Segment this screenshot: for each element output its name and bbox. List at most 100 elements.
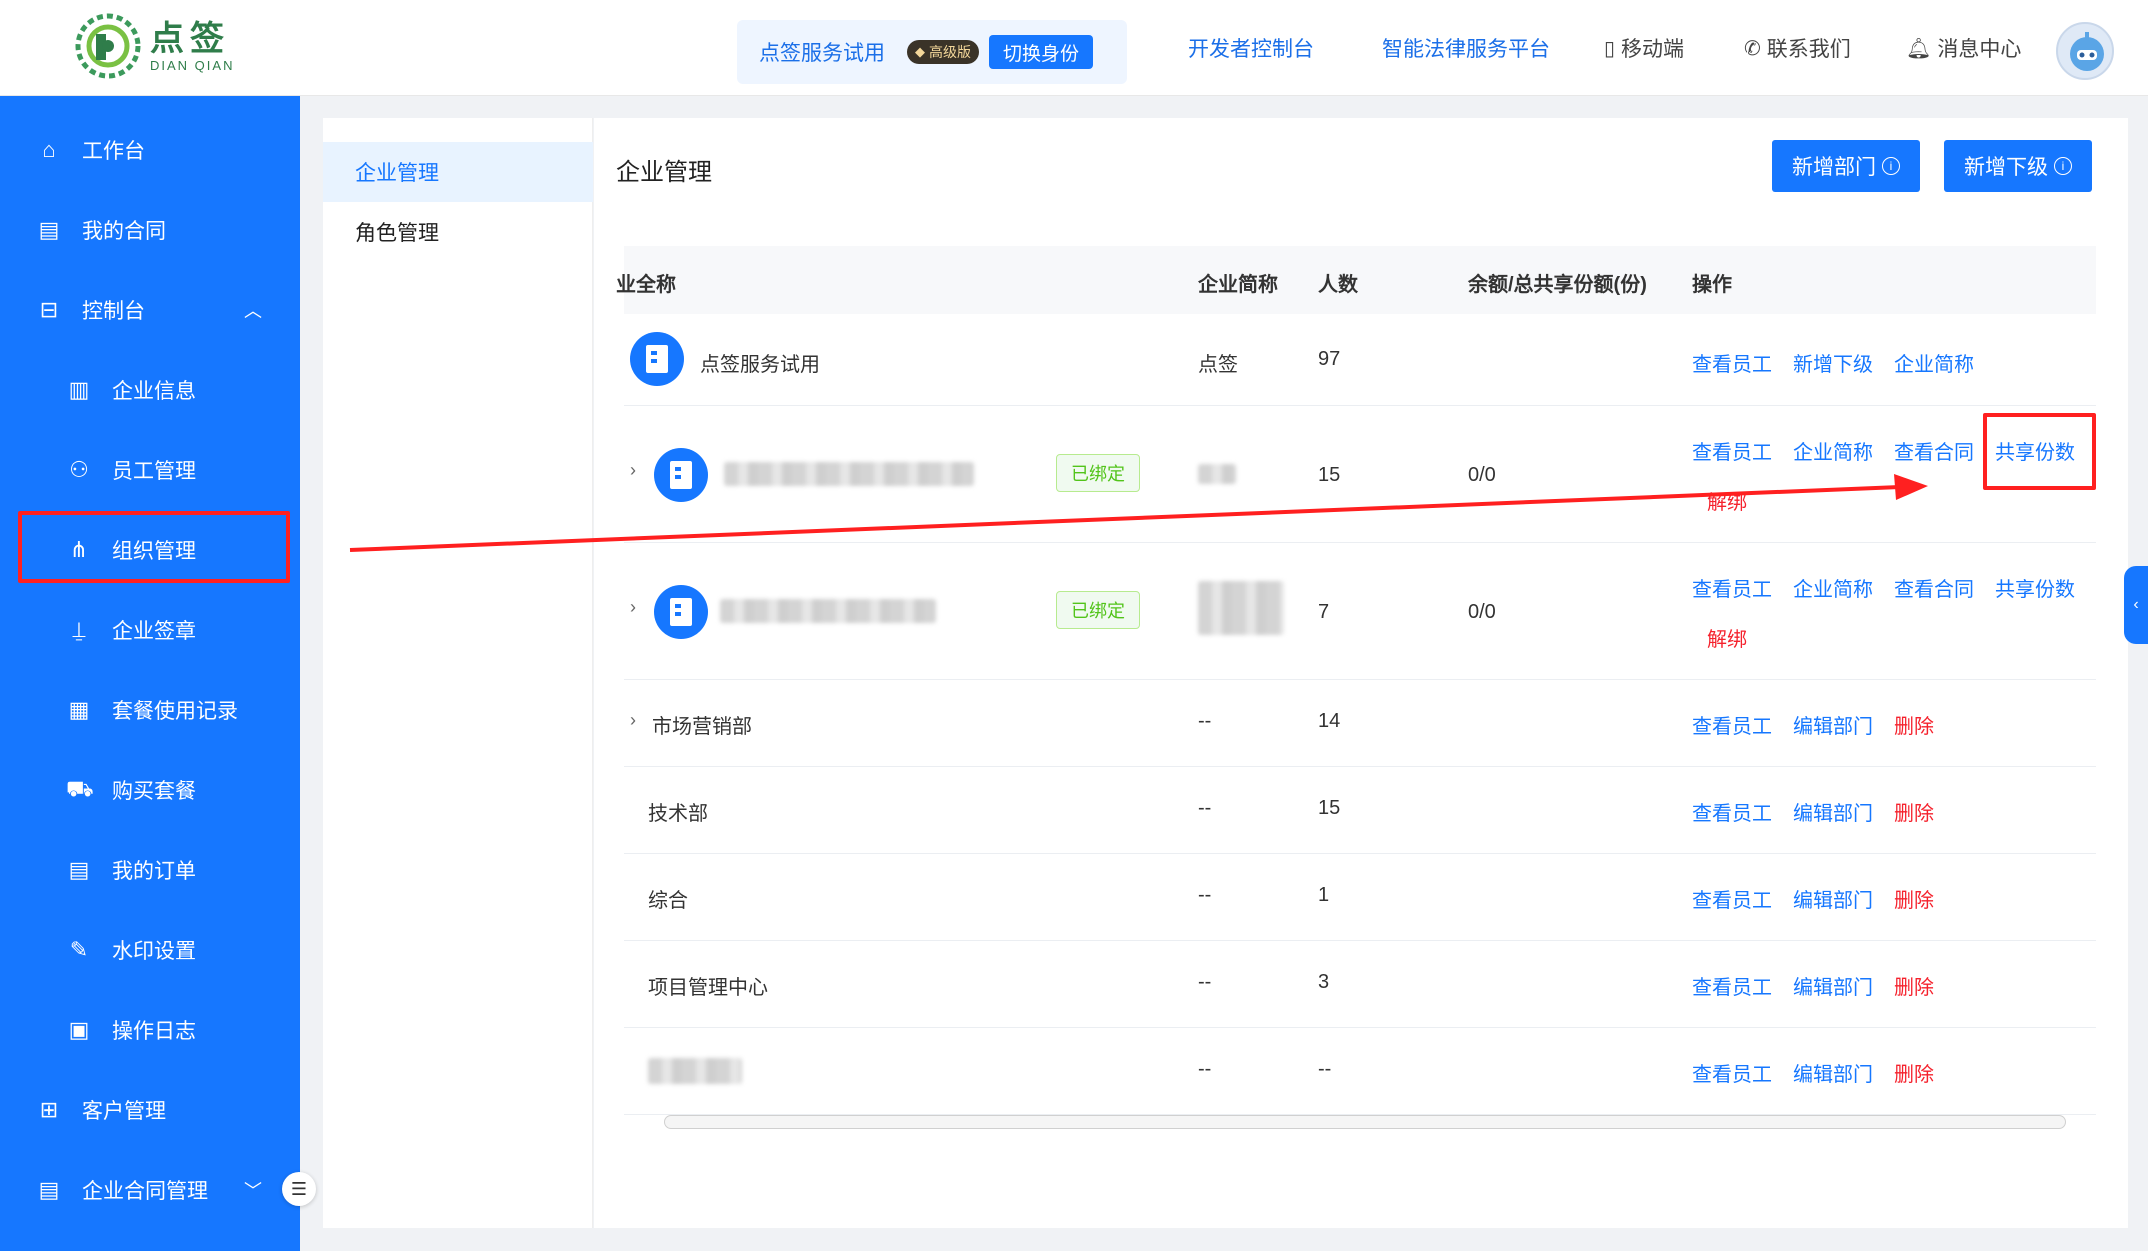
chevron-right-icon[interactable]: › (630, 710, 636, 731)
dept-count: -- (1318, 1058, 1332, 1080)
nav-contact[interactable]: ✆ 联系我们 (1744, 0, 1851, 96)
view-staff-link[interactable]: 查看员工 (1692, 884, 1772, 913)
vip-badge: ◆ 高级版 (907, 40, 979, 64)
company-building-icon (654, 448, 708, 502)
nav-legal-platform[interactable]: 智能法律服务平台 (1382, 0, 1550, 96)
delete-link[interactable]: 删除 (1894, 710, 1934, 739)
sidebar-item-customers[interactable]: ⊞ 客户管理 (0, 1078, 300, 1142)
view-staff-link[interactable]: 查看员工 (1692, 436, 1772, 465)
sidebar-item-workbench[interactable]: ⌂ 工作台 (0, 118, 300, 182)
switch-identity-button[interactable]: 切换身份 (989, 35, 1094, 69)
view-staff-link[interactable]: 查看员工 (1692, 573, 1772, 602)
edit-dept-link[interactable]: 编辑部门 (1793, 710, 1873, 739)
nav-developer-label: 开发者控制台 (1188, 38, 1314, 61)
unbind-link[interactable]: 解绑 (1707, 486, 1747, 515)
dept-count: 14 (1318, 710, 1341, 732)
add-subsidiary-button[interactable]: 新增下级 i (1944, 140, 2092, 192)
sidebar-item-console[interactable]: ⊟ 控制台 ︿ (0, 278, 300, 342)
table-row: 技术部 -- 15 查看员工 编辑部门 删除 (624, 767, 2096, 854)
delete-link[interactable]: 删除 (1894, 797, 1934, 826)
sidebar-item-plan-usage[interactable]: ▦ 套餐使用记录 (0, 678, 300, 742)
table-row: 点签服务试用 点签 97 查看员工 新增下级 企业简称 (624, 314, 2096, 406)
nav-developer-console[interactable]: 开发者控制台 (1188, 0, 1314, 96)
sidebar-collapse-button[interactable]: ☰ (282, 1172, 316, 1206)
logo-name-en: DIAN QIAN (150, 57, 235, 73)
dept-name: 综合 (648, 890, 688, 912)
table-row: › 已绑定 7 0/0 查看员工 企业简称 查看合同 共享份数 解绑 (624, 543, 2096, 680)
view-contracts-link[interactable]: 查看合同 (1894, 573, 1974, 602)
sidebar-item-buy-plan[interactable]: ⛟ 购买套餐 (0, 758, 300, 822)
company-building-icon (630, 332, 684, 386)
chevron-down-icon: ﹀ (244, 1181, 262, 1201)
nav-messages[interactable]: 🔔︎ 消息中心 (1906, 0, 2021, 96)
building-icon: ▥ (68, 377, 90, 402)
delete-link[interactable]: 删除 (1894, 971, 1934, 1000)
unbind-link[interactable]: 解绑 (1707, 623, 1747, 652)
short-name-link[interactable]: 企业简称 (1894, 348, 1974, 377)
submenu-company-management[interactable]: 企业管理 (323, 142, 593, 202)
share-quota-link[interactable]: 共享份数 (1995, 573, 2075, 602)
sidebar-item-company-info[interactable]: ▥ 企业信息 (0, 358, 300, 422)
dept-name: 项目管理中心 (648, 977, 768, 999)
sidebar-item-orders[interactable]: ▤ 我的订单 (0, 838, 300, 902)
annotation-highlight-share (1983, 413, 2096, 490)
col-short-name: 企业简称 (1198, 274, 1278, 296)
info-icon: i (2054, 157, 2072, 175)
view-staff-link[interactable]: 查看员工 (1692, 971, 1772, 1000)
view-staff-link[interactable]: 查看员工 (1692, 797, 1772, 826)
short-name-link[interactable]: 企业简称 (1793, 573, 1873, 602)
col-headcount: 人数 (1318, 274, 1358, 296)
view-staff-link[interactable]: 查看员工 (1692, 710, 1772, 739)
edit-dept-link[interactable]: 编辑部门 (1793, 1058, 1873, 1087)
short-name-link[interactable]: 企业简称 (1793, 436, 1873, 465)
delete-link[interactable]: 删除 (1894, 1058, 1934, 1087)
nav-mobile[interactable]: ▯ 移动端 (1604, 0, 1684, 96)
submenu-role-management[interactable]: 角色管理 (323, 202, 593, 262)
brand-logo[interactable]: 点签 DIAN QIAN (74, 12, 234, 80)
add-sub-link[interactable]: 新增下级 (1793, 348, 1873, 377)
bound-status-badge: 已绑定 (1056, 591, 1140, 629)
chevron-right-icon[interactable]: › (630, 597, 636, 618)
sidebar-item-label: 员工管理 (112, 460, 196, 483)
view-staff-link[interactable]: 查看员工 (1692, 348, 1772, 377)
sidebar-item-logs[interactable]: ▣ 操作日志 (0, 998, 300, 1062)
sidebar-item-watermark[interactable]: ✎ 水印设置 (0, 918, 300, 982)
company-building-icon (654, 585, 708, 639)
sidebar-item-seal[interactable]: ⍊ 企业签章 (0, 598, 300, 662)
view-contracts-link[interactable]: 查看合同 (1894, 436, 1974, 465)
sub-menu-panel: 企业管理 角色管理 (323, 118, 593, 1228)
nav-legal-label: 智能法律服务平台 (1382, 38, 1550, 61)
dept-count: 15 (1318, 797, 1341, 819)
cart-icon: ⛟ (66, 775, 94, 801)
table-header: 业全称 企业简称 人数 余额/总共享份额(份) 操作 (616, 246, 2096, 314)
dept-short: -- (1198, 710, 1212, 732)
briefcase-icon: ⊞ (39, 1097, 59, 1122)
info-icon: i (1882, 157, 1900, 175)
sidebar-item-my-contracts[interactable]: ▤ 我的合同 (0, 198, 300, 262)
identity-name[interactable]: 点签服务试用 (759, 37, 885, 67)
log-icon: ▣ (68, 1017, 90, 1042)
logo-text: 点签 DIAN QIAN (150, 20, 234, 73)
dept-short: -- (1198, 1058, 1212, 1080)
contract-icon: ▤ (38, 217, 60, 242)
edit-dept-link[interactable]: 编辑部门 (1793, 884, 1873, 913)
chevron-right-icon[interactable]: › (630, 460, 636, 481)
avatar[interactable] (2056, 22, 2114, 80)
user-icon: ⚇ (69, 457, 89, 482)
logo-name-cn: 点签 (150, 19, 230, 58)
edit-dept-link[interactable]: 编辑部门 (1793, 971, 1873, 1000)
stamp-icon: ⍊ (72, 617, 86, 642)
horizontal-scrollbar[interactable] (664, 1115, 2066, 1129)
side-drawer-toggle[interactable]: ‹ (2124, 566, 2148, 644)
delete-link[interactable]: 删除 (1894, 884, 1934, 913)
sidebar-item-label: 操作日志 (112, 1020, 196, 1043)
view-staff-link[interactable]: 查看员工 (1692, 1058, 1772, 1087)
edit-dept-link[interactable]: 编辑部门 (1793, 797, 1873, 826)
table-row: 综合 -- 1 查看员工 编辑部门 删除 (624, 854, 2096, 941)
add-department-button[interactable]: 新增部门 i (1772, 140, 1920, 192)
sidebar-item-label: 购买套餐 (112, 780, 196, 803)
table-row: › 已绑定 15 0/0 查看员工 企业简称 查看合同 共享份数 解绑 (624, 406, 2096, 543)
sidebar-item-label: 套餐使用记录 (112, 700, 238, 723)
sidebar-item-enterprise-contracts[interactable]: ▤ 企业合同管理 ﹀ (0, 1158, 300, 1222)
sidebar-item-staff[interactable]: ⚇ 员工管理 (0, 438, 300, 502)
